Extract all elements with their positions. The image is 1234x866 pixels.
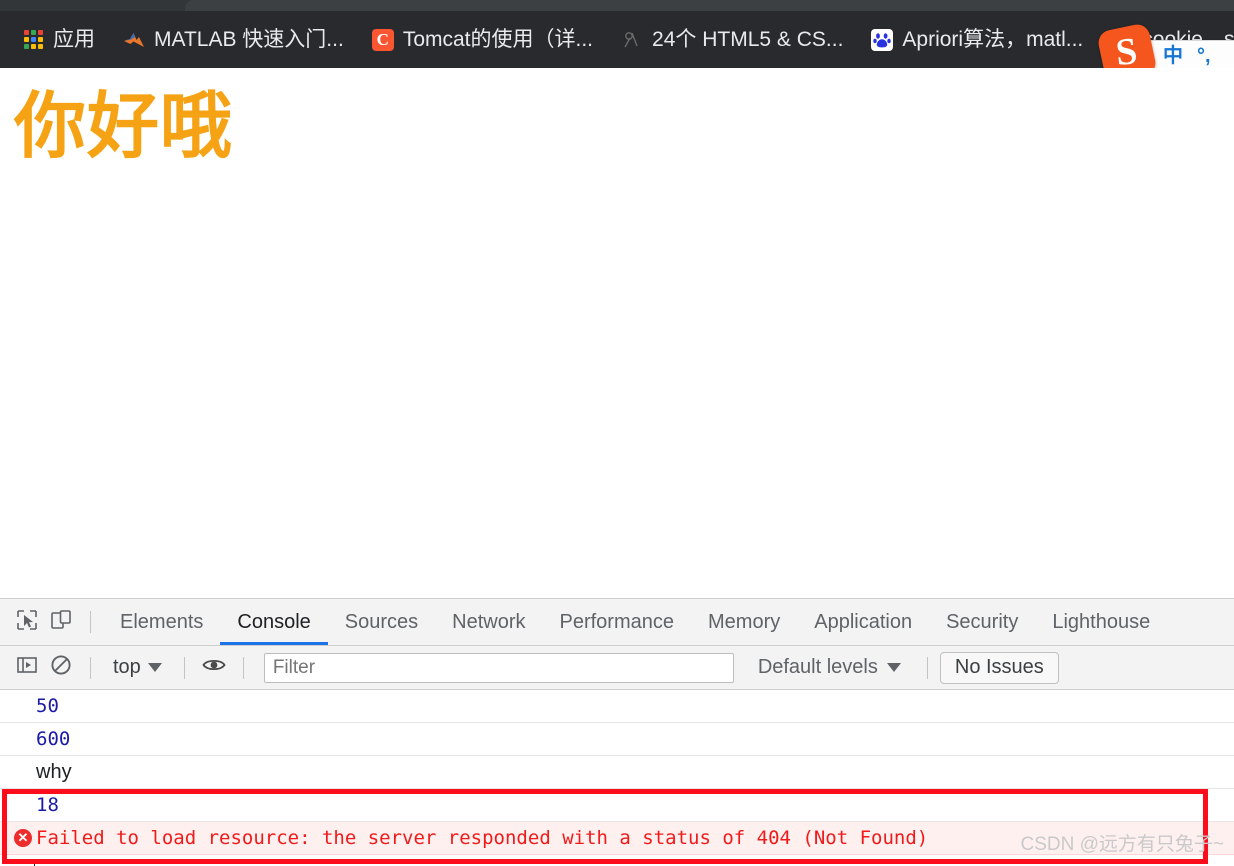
tab-security[interactable]: Security — [929, 599, 1035, 645]
tab-elements[interactable]: Elements — [103, 599, 220, 645]
broken-image-icon — [621, 29, 643, 51]
tab-memory[interactable]: Memory — [691, 599, 797, 645]
tab-performance[interactable]: Performance — [543, 599, 692, 645]
console-sidebar-icon — [15, 653, 39, 682]
toolbar-divider — [90, 656, 91, 679]
console-message-row[interactable]: 600 — [0, 723, 1234, 756]
device-toolbar-toggle[interactable] — [44, 605, 78, 639]
apps-grid-icon — [24, 29, 44, 50]
bookmark-label: 24个 HTML5 & CS... — [652, 28, 844, 51]
devtools-panel: Elements Console Sources Network Perform… — [0, 598, 1234, 866]
matlab-icon — [123, 29, 145, 51]
console-sidebar-toggle[interactable] — [10, 651, 44, 685]
execution-context-select[interactable]: top — [103, 656, 172, 679]
console-message-text: 600 — [36, 728, 71, 750]
bookmark-tomcat[interactable]: C Tomcat的使用（详... — [362, 25, 603, 55]
console-message-text: Failed to load resource: the server resp… — [36, 827, 929, 849]
inspect-element-button[interactable] — [10, 605, 44, 639]
console-message-text: 18 — [36, 794, 59, 816]
execution-context-label: top — [113, 656, 141, 678]
console-filter-input[interactable] — [263, 652, 734, 683]
tab-application[interactable]: Application — [797, 599, 929, 645]
toolbar-divider — [90, 611, 91, 633]
bookmark-label: MATLAB 快速入门... — [154, 28, 344, 51]
ime-punctuation-toggle[interactable]: °, — [1197, 46, 1211, 66]
sogou-logo-letter: S — [1114, 30, 1140, 74]
active-tab[interactable] — [185, 0, 1234, 11]
console-prompt-caret — [34, 859, 35, 866]
tab-lighthouse[interactable]: Lighthouse — [1035, 599, 1167, 645]
error-icon: ✕ — [14, 829, 32, 847]
device-toggle-icon — [49, 608, 73, 637]
tab-network[interactable]: Network — [435, 599, 542, 645]
csdn-watermark: CSDN @远方有只兔子~ — [1020, 834, 1225, 855]
devtools-tabbar: Elements Console Sources Network Perform… — [0, 599, 1234, 646]
create-live-expression-button[interactable] — [197, 651, 231, 685]
tab-sources[interactable]: Sources — [328, 599, 435, 645]
csdn-icon: C — [371, 28, 394, 51]
page-heading: 你好哦 — [14, 87, 234, 167]
page-viewport: 你好哦 — [0, 68, 1234, 598]
log-levels-label: Default levels — [757, 656, 878, 678]
clear-console-button[interactable] — [44, 651, 78, 685]
toolbar-divider — [183, 656, 185, 679]
bookmark-html5css[interactable]: 24个 HTML5 & CS... — [611, 25, 853, 55]
bookmark-label: Tomcat的使用（详... — [402, 28, 594, 51]
bookmark-label: 应用 — [53, 28, 95, 51]
baidu-icon — [871, 28, 894, 51]
console-message-row[interactable]: 18 — [0, 789, 1234, 822]
live-expression-eye-icon — [201, 652, 227, 683]
bookmark-apriori[interactable]: Apriori算法，matl... — [861, 25, 1093, 55]
toolbar-divider — [926, 656, 928, 679]
console-message-text: 50 — [36, 695, 59, 717]
message-gutter: ✕ — [10, 829, 36, 847]
inspect-cursor-icon — [15, 608, 39, 637]
issues-button[interactable]: No Issues — [939, 651, 1059, 684]
console-message-row[interactable]: why — [0, 756, 1234, 789]
toolbar-divider — [242, 656, 244, 679]
console-toolbar: top Default levels No Issues — [0, 646, 1234, 690]
chevron-down-icon — [886, 663, 901, 672]
log-levels-select[interactable]: Default levels — [744, 656, 915, 679]
console-prompt-row[interactable] — [0, 855, 1234, 866]
bookmark-apps[interactable]: 应用 — [14, 25, 105, 54]
chevron-down-icon — [147, 663, 162, 672]
bookmark-label: Apriori算法，matl... — [902, 28, 1084, 51]
console-message-row[interactable]: 50 — [0, 690, 1234, 723]
tab-console[interactable]: Console — [220, 599, 327, 645]
browser-window: 应用 MATLAB 快速入门... C Tomcat的使用（详... 24个 H… — [0, 0, 1234, 866]
bookmarks-bar: 应用 MATLAB 快速入门... C Tomcat的使用（详... 24个 H… — [0, 11, 1234, 68]
clear-console-icon — [49, 653, 73, 682]
ime-mode-chinese[interactable]: 中 — [1163, 46, 1183, 66]
console-message-text: why — [36, 760, 72, 783]
tab-strip — [0, 0, 1234, 11]
bookmark-matlab[interactable]: MATLAB 快速入门... — [113, 25, 354, 55]
